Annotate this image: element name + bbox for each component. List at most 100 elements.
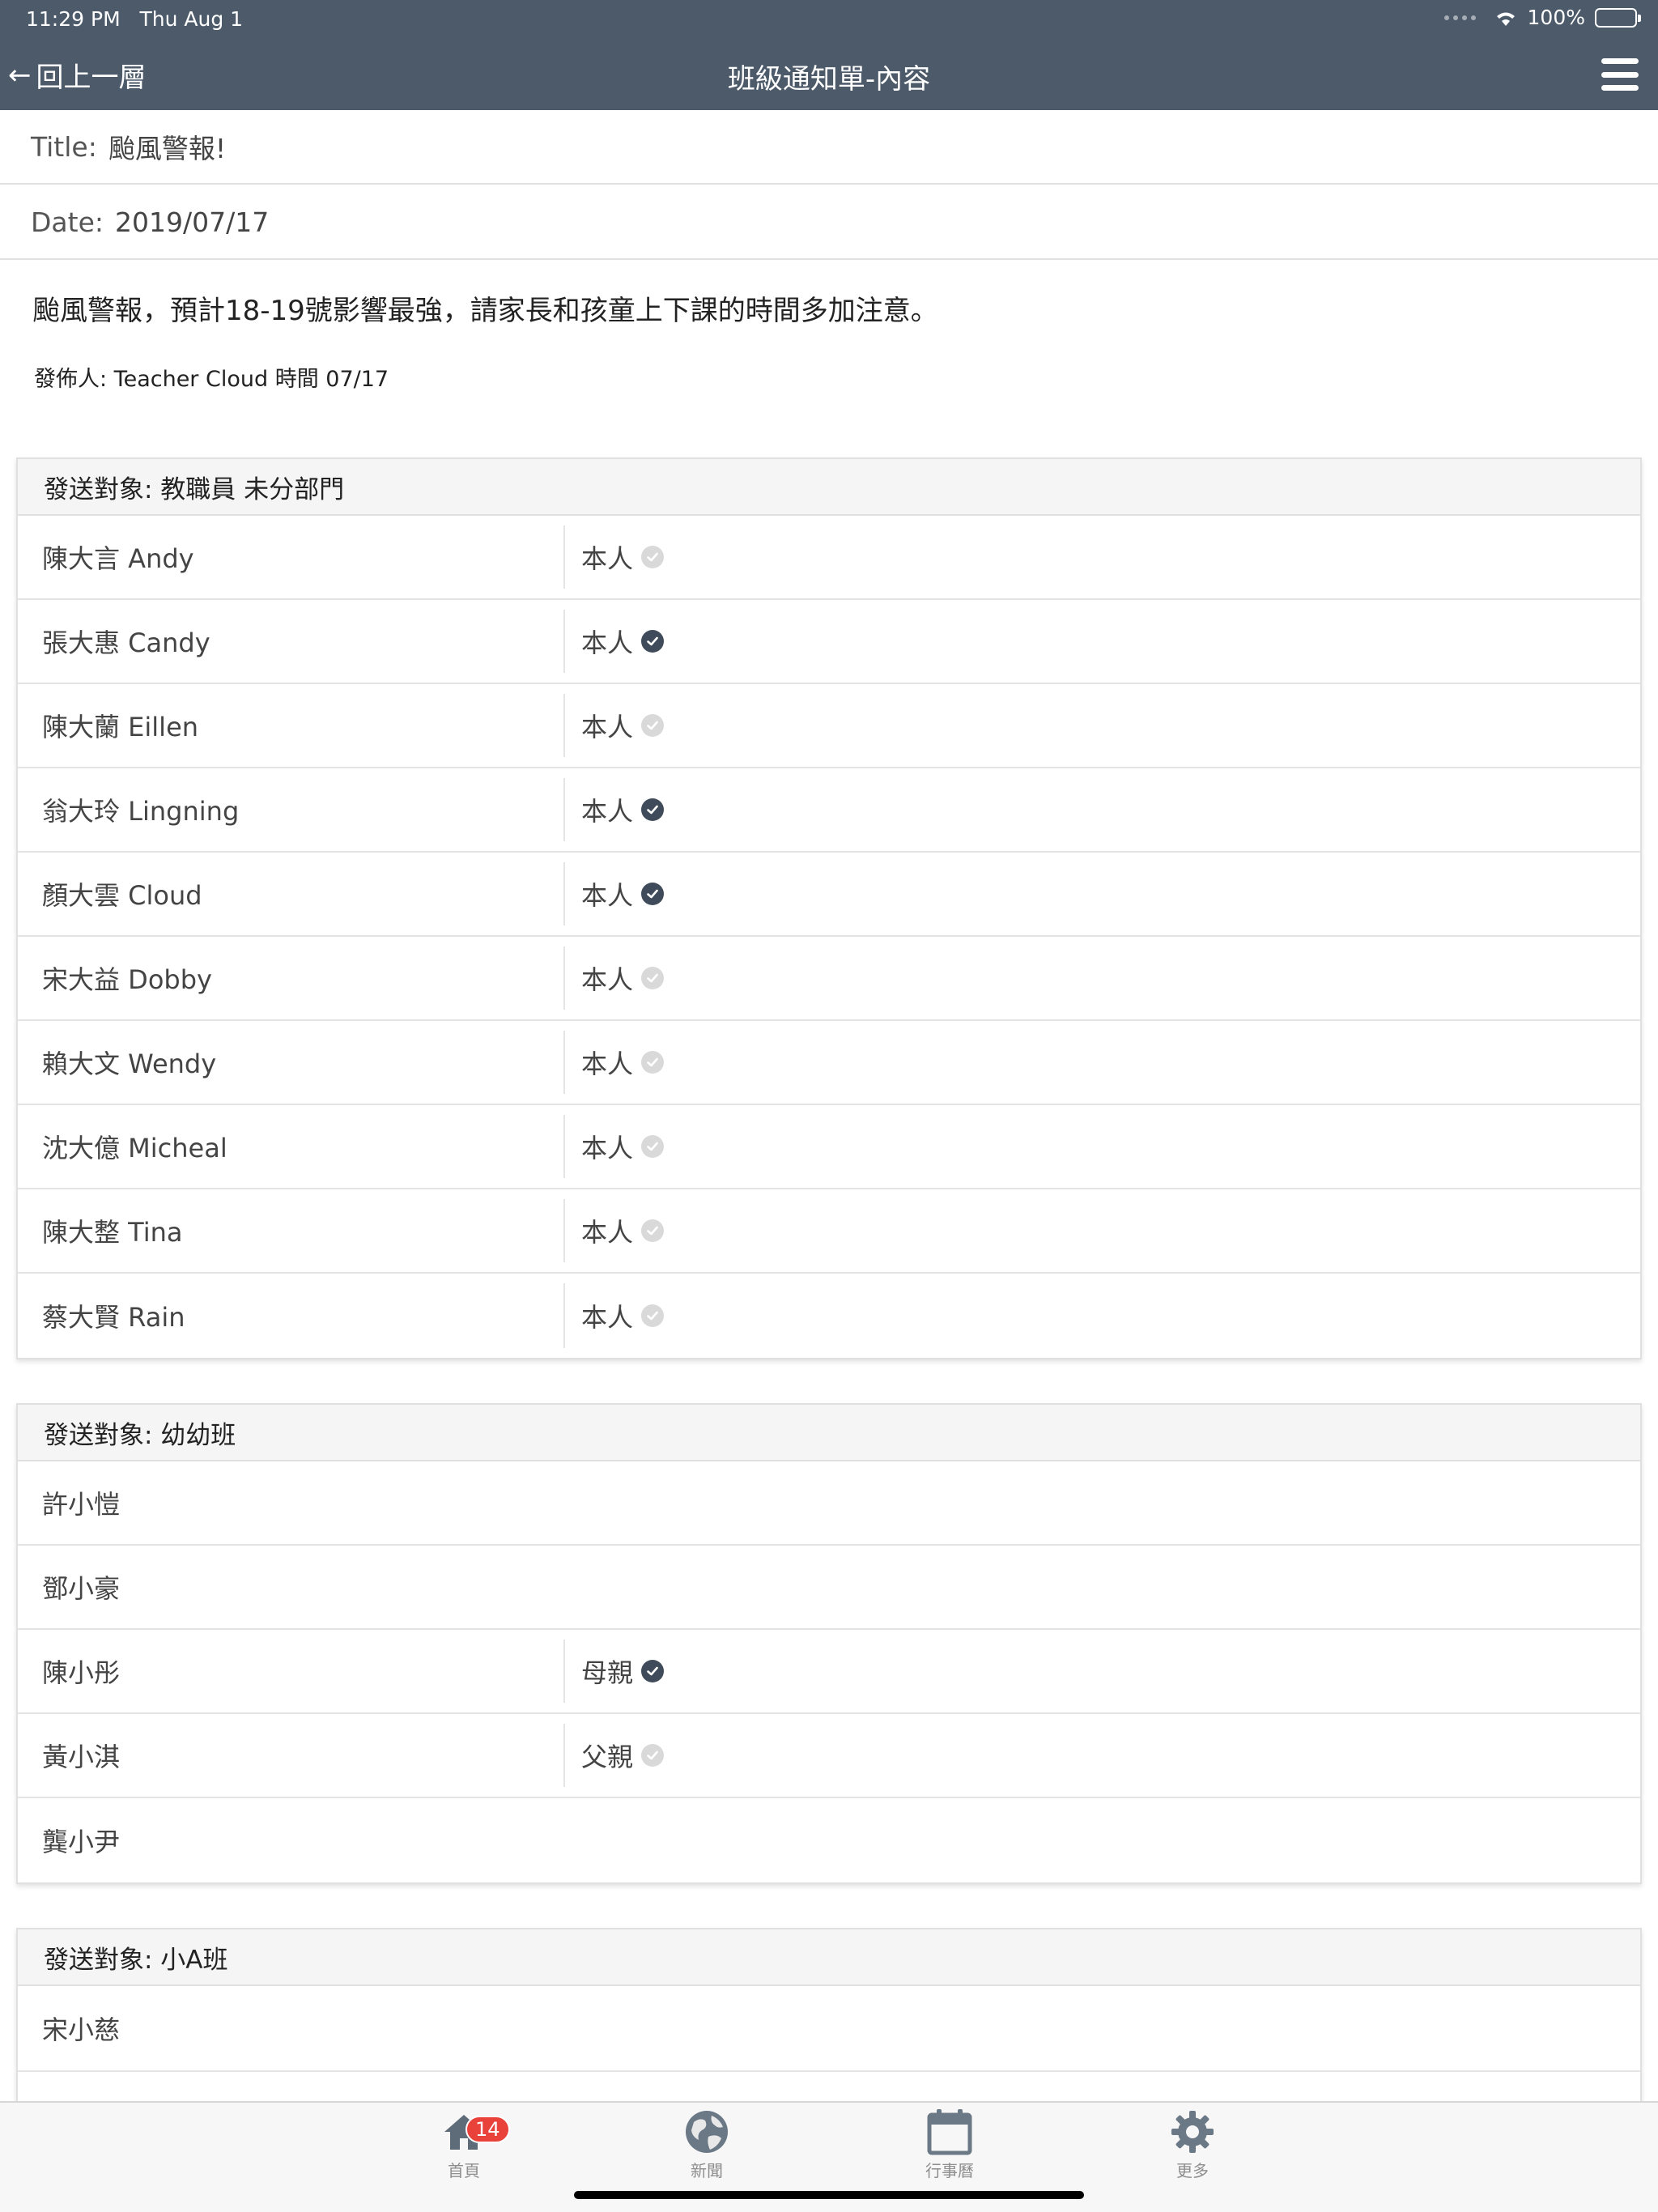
read-status: 本人: [563, 862, 1640, 925]
table-row: [18, 2070, 1640, 2101]
relation-label: 父親: [581, 1742, 634, 1772]
relation-label: 母親: [581, 1657, 634, 1688]
read-check-icon: [641, 630, 665, 653]
table-row: 沈大億 Micheal 本人: [18, 1105, 1640, 1189]
tab-more[interactable]: 更多: [1128, 2108, 1257, 2181]
page-title: 班級通知單-內容: [727, 63, 931, 96]
recipient-name: 翁大玲 Lingning: [42, 796, 240, 827]
recipient-section-nursery: 發送對象: 幼幼班 許小愷鄧小豪陳小彤 母親黃小淇 父親龔小尹: [16, 1403, 1642, 1884]
tab-label: 新聞: [691, 2161, 723, 2180]
date-value: 2019/07/17: [115, 206, 270, 238]
relation-label: 本人: [581, 1217, 634, 1248]
recipient-name: 陳大蘭 Eillen: [42, 712, 199, 742]
notice-publisher: 發佈人: Teacher Cloud 時間 07/17: [34, 367, 389, 392]
recipient-name: 蔡大賢 Rain: [42, 1302, 185, 1333]
read-check-icon: [641, 883, 665, 905]
relation-label: 本人: [581, 1133, 634, 1163]
unread-check-icon: [641, 1219, 665, 1242]
read-status: 本人: [563, 1115, 1640, 1178]
status-time: 11:29 PM Thu Aug 1: [26, 7, 244, 31]
recipient-section-staff: 發送對象: 教職員 未分部門 陳大言 Andy 本人 張大惠 Candy 本人 陳大蘭 …: [16, 457, 1642, 1359]
unread-check-icon: [641, 1051, 665, 1074]
table-row: 顏大雲 Cloud 本人: [18, 853, 1640, 937]
recipient-name: 張大惠 Candy: [42, 627, 210, 658]
notice-date-row: Date: 2019/07/17: [0, 185, 1658, 260]
relation-label: 本人: [581, 964, 634, 995]
status-indicators: 100%: [1443, 6, 1641, 29]
recipient-name: 沈大億 Micheal: [42, 1133, 227, 1163]
read-status: 本人: [563, 946, 1640, 1010]
unread-check-icon: [641, 546, 665, 568]
relation-label: 本人: [581, 796, 634, 827]
table-row: 黃小淇 父親: [18, 1714, 1640, 1798]
relation-label: 本人: [581, 543, 634, 574]
date-label: Date:: [31, 206, 104, 238]
recipient-name: 黃小淇: [42, 1742, 121, 1772]
recipient-name: 許小愷: [42, 1489, 121, 1520]
cellular-signal-icon: [1443, 15, 1476, 20]
unread-check-icon: [641, 1744, 665, 1767]
calendar-icon: [927, 2109, 972, 2155]
status-bar: 11:29 PM Thu Aug 1 100%: [0, 0, 1658, 39]
title-label: Title:: [31, 130, 97, 163]
table-row: 翁大玲 Lingning 本人: [18, 768, 1640, 853]
table-row: 宋小慈: [18, 1986, 1640, 2070]
home-indicator[interactable]: [574, 2191, 1084, 2199]
battery-icon: [1595, 7, 1641, 28]
read-status: 母親: [563, 1640, 1640, 1703]
relation-label: 本人: [581, 1302, 634, 1333]
table-row: 龔小尹: [18, 1798, 1640, 1882]
read-status: 本人: [563, 610, 1640, 673]
wifi-icon: [1496, 12, 1515, 26]
table-row: 賴大文 Wendy 本人: [18, 1021, 1640, 1105]
relation-label: 本人: [581, 712, 634, 742]
gear-icon: [1171, 2111, 1214, 2153]
section-header: 發送對象: 教職員 未分部門: [18, 459, 1640, 516]
section-header: 發送對象: 小A班: [18, 1929, 1640, 1986]
table-row: 許小愷: [18, 1461, 1640, 1546]
table-row: 宋大益 Dobby 本人: [18, 937, 1640, 1021]
notification-badge: 14: [466, 2116, 510, 2143]
table-row: 陳大整 Tina 本人: [18, 1189, 1640, 1274]
table-row: 蔡大賢 Rain 本人: [18, 1274, 1640, 1358]
recipient-name: 陳大言 Andy: [42, 543, 194, 574]
notice-message: 颱風警報，預計18-19號影響最強，請家長和孩童上下課的時間多加注意。: [32, 295, 938, 327]
relation-label: 本人: [581, 627, 634, 658]
relation-label: 本人: [581, 1049, 634, 1079]
section-header: 發送對象: 幼幼班: [18, 1405, 1640, 1461]
hamburger-menu-icon[interactable]: [1601, 58, 1639, 91]
tab-calendar[interactable]: 行事曆: [885, 2108, 1014, 2181]
recipient-name: 宋小慈: [42, 2014, 121, 2045]
table-row: 陳小彤 母親: [18, 1630, 1640, 1714]
read-check-icon: [641, 798, 665, 821]
recipient-name: 顏大雲 Cloud: [42, 880, 202, 911]
read-status: 本人: [563, 1031, 1640, 1094]
table-row: 鄧小豪: [18, 1546, 1640, 1630]
recipient-name: 宋大益 Dobby: [42, 964, 212, 995]
recipient-section-class-a: 發送對象: 小A班 宋小慈: [16, 1928, 1642, 2103]
table-row: 陳大言 Andy 本人: [18, 516, 1640, 600]
unread-check-icon: [641, 714, 665, 737]
unread-check-icon: [641, 1135, 665, 1158]
tab-label: 行事曆: [925, 2161, 974, 2180]
read-status: 本人: [563, 778, 1640, 841]
relation-label: 本人: [581, 880, 634, 911]
recipient-name: 鄧小豪: [42, 1573, 121, 1604]
table-row: 陳大蘭 Eillen 本人: [18, 684, 1640, 768]
unread-check-icon: [641, 967, 665, 989]
tab-label: 更多: [1176, 2161, 1209, 2180]
unread-check-icon: [641, 1304, 665, 1327]
table-row: 張大惠 Candy 本人: [18, 600, 1640, 684]
recipient-name: 陳小彤: [42, 1657, 121, 1688]
read-check-icon: [641, 1660, 665, 1682]
notice-title-row: Title: 颱風警報!: [0, 110, 1658, 185]
tab-news[interactable]: 新聞: [642, 2108, 772, 2181]
nav-bar: ← 回上一層 班級通知單-內容: [0, 39, 1658, 110]
battery-percent: 100%: [1527, 6, 1585, 29]
tab-home[interactable]: 14 首頁: [399, 2108, 529, 2181]
read-status: 本人: [563, 694, 1640, 757]
recipient-name: 賴大文 Wendy: [42, 1049, 217, 1079]
recipient-name: 龔小尹: [42, 1827, 121, 1857]
globe-icon: [686, 2111, 728, 2153]
read-status: 本人: [563, 525, 1640, 589]
